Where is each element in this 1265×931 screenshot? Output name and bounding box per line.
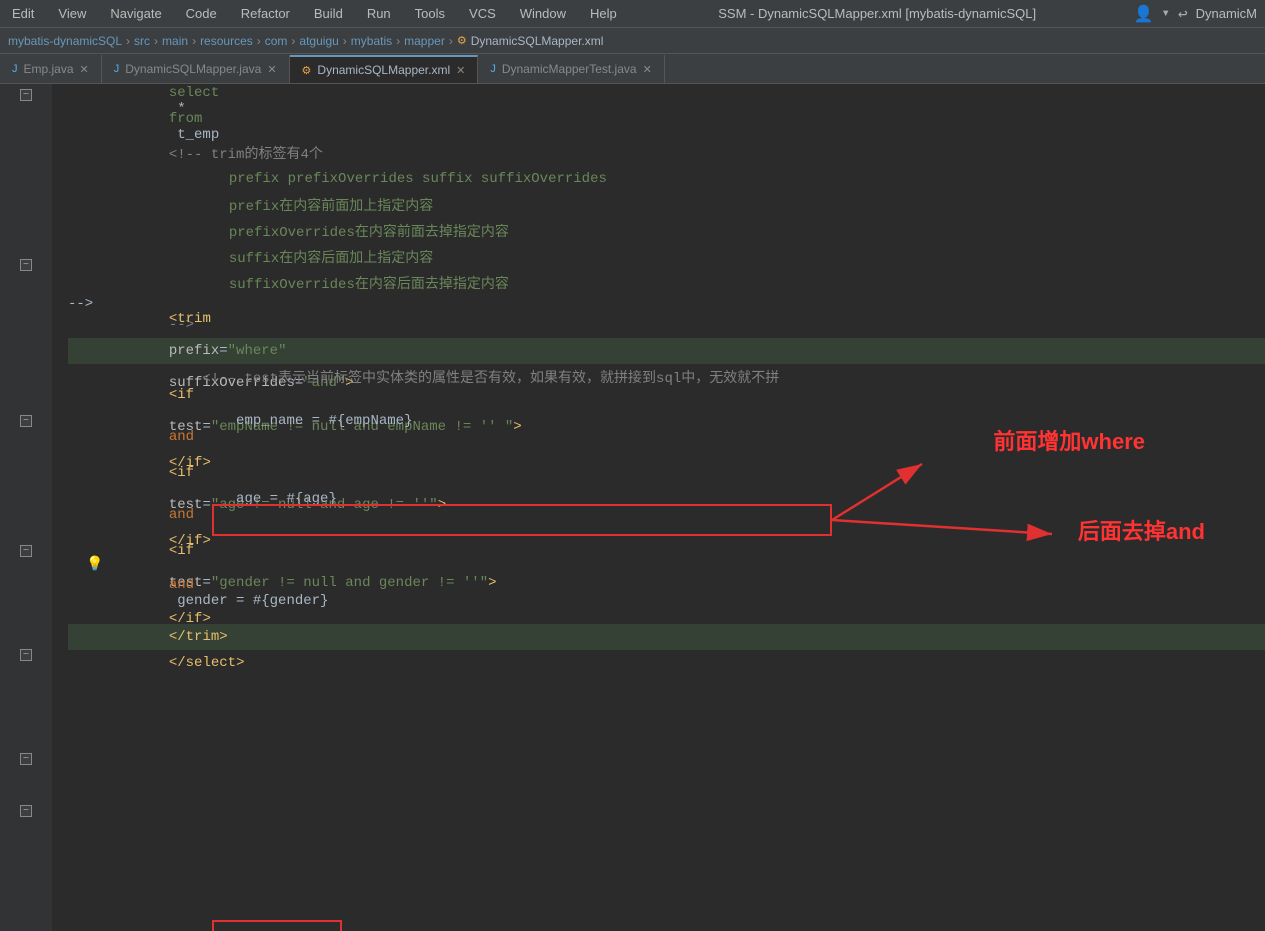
- tab-test-close[interactable]: ✕: [643, 63, 652, 76]
- tab-dynamicmapper-label: DynamicSQLMapper.java: [125, 62, 261, 76]
- breadcrumb-atguigu[interactable]: atguigu: [299, 34, 338, 48]
- tab-emp-label: Emp.java: [24, 62, 74, 76]
- window-title: SSM - DynamicSQLMapper.xml [mybatis-dyna…: [637, 6, 1118, 21]
- breadcrumb-resources[interactable]: resources: [200, 34, 253, 48]
- redbox-trim-close: [212, 920, 342, 931]
- fold-marker-7[interactable]: −: [20, 805, 32, 817]
- fold-marker-6[interactable]: −: [20, 753, 32, 765]
- tab-dynamicmappertest-java[interactable]: J DynamicMapperTest.java ✕: [478, 55, 664, 83]
- annotation-and: 后面去掉and: [1078, 514, 1205, 546]
- breadcrumb-mapper[interactable]: mapper: [404, 34, 445, 48]
- menu-tools[interactable]: Tools: [411, 4, 449, 23]
- code-select-endtag: </: [169, 655, 186, 671]
- line-comment-suffixoverrides: suffixOverrides在内容后面去掉指定内容: [68, 270, 1265, 296]
- annotation-where-text: 前面增加where: [993, 429, 1145, 454]
- arrow-icon: ▾: [1162, 5, 1170, 22]
- app-window: Edit View Navigate Code Refactor Build R…: [0, 0, 1265, 931]
- menu-build[interactable]: Build: [310, 4, 347, 23]
- tab-xml-close[interactable]: ✕: [456, 64, 465, 77]
- user-icon[interactable]: 👤: [1134, 4, 1154, 24]
- code-select-endbracket: >: [236, 655, 244, 671]
- code-from: from: [169, 111, 203, 127]
- menu-refactor[interactable]: Refactor: [237, 4, 294, 23]
- menu-window[interactable]: Window: [516, 4, 570, 23]
- dynmic-label: DynamicM: [1196, 6, 1257, 21]
- menu-edit[interactable]: Edit: [8, 4, 38, 23]
- breadcrumb-mybatis[interactable]: mybatis: [351, 34, 392, 48]
- menu-code[interactable]: Code: [182, 4, 221, 23]
- tab-emp-java[interactable]: J Emp.java ✕: [0, 55, 102, 83]
- breadcrumb-icon: ⚙: [457, 34, 467, 47]
- fold-marker-4[interactable]: −: [20, 545, 32, 557]
- line-select-close: </select>: [68, 650, 1265, 676]
- tab-xml-icon: ⚙: [302, 64, 312, 77]
- code-trim-open-bracket: <: [169, 311, 177, 327]
- lightbulb-icon[interactable]: 💡: [86, 556, 103, 573]
- editor-container: − − − − − − − 💡: [0, 84, 1265, 931]
- menu-navigate[interactable]: Navigate: [106, 4, 165, 23]
- breadcrumb-src[interactable]: src: [134, 34, 150, 48]
- menu-help[interactable]: Help: [586, 4, 621, 23]
- annotation-and-text: 后面去掉and: [1078, 519, 1205, 544]
- tab-test-label: DynamicMapperTest.java: [502, 62, 637, 76]
- tab-dynamicmapper-xml[interactable]: ⚙ DynamicSQLMapper.xml ✕: [290, 55, 479, 83]
- breadcrumb-com[interactable]: com: [265, 34, 288, 48]
- breadcrumb-main[interactable]: main: [162, 34, 188, 48]
- annotation-where: 前面增加where: [993, 424, 1145, 456]
- menu-view[interactable]: View: [54, 4, 90, 23]
- fold-marker-1[interactable]: −: [20, 89, 32, 101]
- code-comment-suffixoverrides: suffixOverrides在内容后面去掉指定内容: [229, 277, 509, 293]
- code-select-endname: select: [186, 655, 236, 671]
- tab-emp-close[interactable]: ✕: [80, 63, 89, 76]
- code-lines: select * from t_emp <!-- trim的标签有4个: [52, 84, 1265, 680]
- tabs-bar: J Emp.java ✕ J DynamicSQLMapper.java ✕ ⚙…: [0, 54, 1265, 84]
- code-area[interactable]: 💡: [52, 84, 1265, 931]
- nav-back-icon[interactable]: ↩: [1178, 4, 1188, 24]
- tab-dynamicmapper-java[interactable]: J DynamicSQLMapper.java ✕: [102, 55, 290, 83]
- tab-xml-label: DynamicSQLMapper.xml: [317, 63, 450, 77]
- tab-java-icon2: J: [114, 63, 120, 75]
- fold-marker-5[interactable]: −: [20, 649, 32, 661]
- tab-dynamicmapper-close[interactable]: ✕: [267, 63, 276, 76]
- tab-java-icon3: J: [490, 63, 496, 75]
- fold-marker-3[interactable]: −: [20, 415, 32, 427]
- code-trim-tagname: trim: [177, 311, 211, 327]
- menu-vcs[interactable]: VCS: [465, 4, 500, 23]
- breadcrumb-filename: DynamicSQLMapper.xml: [471, 34, 604, 48]
- menu-run[interactable]: Run: [363, 4, 395, 23]
- breadcrumb: mybatis-dynamicSQL › src › main › resour…: [0, 28, 1265, 54]
- menubar-right: 👤 ▾ ↩ DynamicM: [1134, 4, 1257, 24]
- menubar: Edit View Navigate Code Refactor Build R…: [0, 0, 1265, 28]
- tab-java-icon: J: [12, 63, 18, 75]
- editor-gutter: − − − − − − −: [0, 84, 52, 931]
- breadcrumb-project[interactable]: mybatis-dynamicSQL: [8, 34, 122, 48]
- fold-marker-2[interactable]: −: [20, 259, 32, 271]
